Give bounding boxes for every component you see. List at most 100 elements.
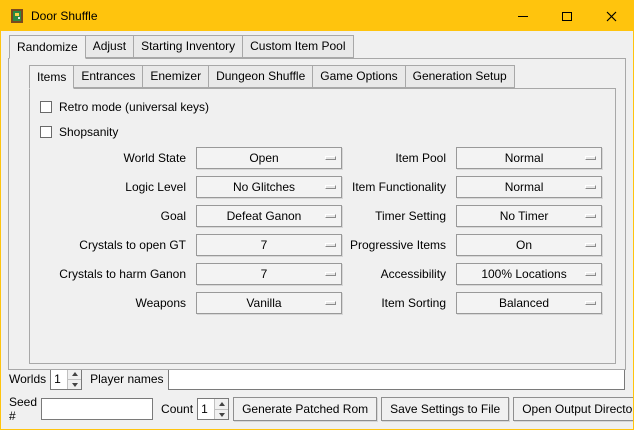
count-input[interactable]: [198, 399, 214, 419]
spin-down-icon[interactable]: [68, 379, 81, 389]
dropdown-indicator-icon: [585, 243, 596, 247]
close-icon: [606, 11, 617, 22]
timer-setting-label: Timer Setting: [350, 209, 448, 223]
timer-setting-dropdown[interactable]: No Timer: [456, 205, 602, 227]
save-settings-button[interactable]: Save Settings to File: [381, 397, 509, 421]
settings-grid: World State Open Item Pool Normal Logic …: [42, 147, 599, 314]
retro-mode-row: Retro mode (universal keys): [40, 98, 615, 116]
worlds-input[interactable]: [51, 369, 67, 389]
tab-adjust-label: Adjust: [93, 39, 126, 53]
maximize-button[interactable]: [545, 1, 589, 31]
tab-randomize[interactable]: Randomize: [9, 35, 86, 59]
worlds-row: Worlds Player names: [9, 368, 625, 390]
dropdown-indicator-icon: [325, 214, 336, 218]
goal-label: Goal: [42, 209, 188, 223]
item-functionality-label: Item Functionality: [350, 180, 448, 194]
tab-entrances-label: Entrances: [81, 69, 135, 83]
tab-randomize-label: Randomize: [17, 40, 78, 54]
goal-value: Defeat Ganon: [227, 209, 312, 223]
item-pool-value: Normal: [505, 151, 554, 165]
logic-level-dropdown[interactable]: No Glitches: [196, 176, 342, 198]
retro-mode-checkbox[interactable]: [40, 101, 52, 113]
generate-patched-rom-button[interactable]: Generate Patched Rom: [233, 397, 377, 421]
tab-starting-inventory[interactable]: Starting Inventory: [133, 35, 243, 58]
spin-up-icon[interactable]: [68, 369, 81, 379]
tab-items[interactable]: Items: [29, 65, 74, 89]
crystals-harm-ganon-label: Crystals to harm Ganon: [42, 267, 188, 281]
caption-buttons: [501, 1, 633, 31]
main-tabbar: Randomize Adjust Starting Inventory Cust…: [9, 35, 633, 58]
worlds-spin-arrows: [67, 369, 81, 389]
crystals-open-gt-label: Crystals to open GT: [42, 238, 188, 252]
window-title: Door Shuffle: [31, 9, 98, 23]
tab-custom-item-pool[interactable]: Custom Item Pool: [242, 35, 353, 58]
item-functionality-value: Normal: [505, 180, 554, 194]
tab-entrances[interactable]: Entrances: [73, 65, 143, 88]
worlds-spinner[interactable]: [50, 368, 82, 390]
crystals-harm-ganon-value: 7: [261, 267, 278, 281]
world-state-value: Open: [249, 151, 288, 165]
dropdown-indicator-icon: [325, 185, 336, 189]
dropdown-indicator-icon: [585, 156, 596, 160]
item-pool-label: Item Pool: [350, 151, 448, 165]
tab-custom-item-pool-label: Custom Item Pool: [250, 39, 345, 53]
dropdown-indicator-icon: [325, 156, 336, 160]
minimize-button[interactable]: [501, 1, 545, 31]
bottom-area: Worlds Player names Seed # Count: [9, 368, 625, 423]
window: Door Shuffle Randomize Adjust Starting I…: [0, 0, 634, 430]
progressive-items-label: Progressive Items: [350, 238, 448, 252]
seed-label: Seed #: [9, 395, 37, 423]
crystals-open-gt-value: 7: [261, 238, 278, 252]
tab-game-options[interactable]: Game Options: [312, 65, 405, 88]
world-state-dropdown[interactable]: Open: [196, 147, 342, 169]
dropdown-indicator-icon: [325, 301, 336, 305]
crystals-harm-ganon-dropdown[interactable]: 7: [196, 263, 342, 285]
shopsanity-row: Shopsanity: [40, 123, 615, 141]
timer-setting-value: No Timer: [500, 209, 559, 223]
tab-generation-setup[interactable]: Generation Setup: [405, 65, 515, 88]
goal-dropdown[interactable]: Defeat Ganon: [196, 205, 342, 227]
world-state-label: World State: [42, 151, 188, 165]
dropdown-indicator-icon: [585, 185, 596, 189]
count-label: Count: [161, 402, 193, 416]
shopsanity-checkbox[interactable]: [40, 126, 52, 138]
item-functionality-dropdown[interactable]: Normal: [456, 176, 602, 198]
tab-items-label: Items: [37, 70, 66, 84]
count-spinner[interactable]: [197, 398, 229, 420]
open-output-directory-button[interactable]: Open Output Directory: [513, 397, 634, 421]
weapons-label: Weapons: [42, 296, 188, 310]
spin-down-icon[interactable]: [215, 409, 228, 419]
tab-enemizer-label: Enemizer: [150, 69, 201, 83]
dropdown-indicator-icon: [585, 272, 596, 276]
dropdown-indicator-icon: [325, 272, 336, 276]
weapons-value: Vanilla: [246, 296, 291, 310]
item-pool-dropdown[interactable]: Normal: [456, 147, 602, 169]
items-panel: Retro mode (universal keys) Shopsanity W…: [29, 88, 616, 364]
maximize-icon: [562, 12, 572, 21]
crystals-open-gt-dropdown[interactable]: 7: [196, 234, 342, 256]
accessibility-value: 100% Locations: [481, 267, 576, 281]
app-icon: [9, 8, 25, 24]
weapons-dropdown[interactable]: Vanilla: [196, 292, 342, 314]
dropdown-indicator-icon: [585, 214, 596, 218]
seed-input[interactable]: [41, 398, 153, 420]
worlds-label: Worlds: [9, 372, 46, 386]
item-sorting-dropdown[interactable]: Balanced: [456, 292, 602, 314]
count-spin-arrows: [214, 399, 228, 419]
logic-level-label: Logic Level: [42, 180, 188, 194]
spin-up-icon[interactable]: [215, 399, 228, 409]
progressive-items-value: On: [516, 238, 542, 252]
close-button[interactable]: [589, 1, 633, 31]
logic-level-value: No Glitches: [233, 180, 305, 194]
progressive-items-dropdown[interactable]: On: [456, 234, 602, 256]
shopsanity-label: Shopsanity: [59, 125, 118, 139]
accessibility-dropdown[interactable]: 100% Locations: [456, 263, 602, 285]
randomize-panel: Items Entrances Enemizer Dungeon Shuffle…: [8, 58, 626, 370]
tab-enemizer[interactable]: Enemizer: [142, 65, 209, 88]
player-names-input[interactable]: [168, 368, 626, 390]
tab-dungeon-shuffle[interactable]: Dungeon Shuffle: [208, 65, 313, 88]
sub-tabbar: Items Entrances Enemizer Dungeon Shuffle…: [29, 65, 625, 88]
item-sorting-label: Item Sorting: [350, 296, 448, 310]
tab-generation-setup-label: Generation Setup: [413, 69, 507, 83]
tab-adjust[interactable]: Adjust: [85, 35, 134, 58]
